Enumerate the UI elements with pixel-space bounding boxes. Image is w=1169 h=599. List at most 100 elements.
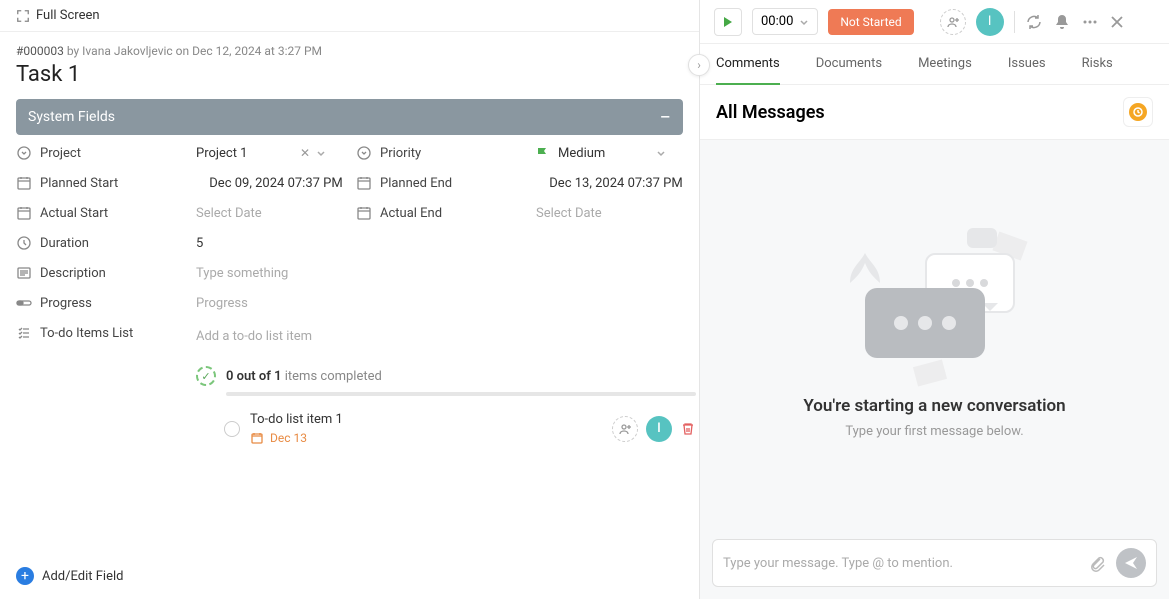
todo-item-title[interactable]: To-do list item 1: [250, 412, 602, 427]
refresh-icon: [1025, 13, 1043, 31]
divider: [1014, 11, 1015, 33]
progress-icon: [16, 295, 32, 311]
chevron-down-icon: [316, 148, 326, 158]
empty-subtitle: Type your first message below.: [845, 424, 1023, 439]
paperclip-icon: [1088, 554, 1106, 572]
user-plus-icon: [618, 422, 632, 436]
task-byline: by Ivana Jakovljevic on Dec 12, 2024 at …: [67, 44, 322, 58]
user-avatar[interactable]: I: [976, 8, 1004, 36]
add-field-button[interactable]: + Add/Edit Field: [0, 553, 699, 599]
notifications-button[interactable]: [1053, 13, 1071, 31]
calendar-icon: [16, 175, 32, 191]
tab-meetings[interactable]: Meetings: [918, 44, 972, 84]
actual-start-label: Actual Start: [16, 205, 196, 221]
todo-progress-bar: [226, 392, 696, 396]
play-button[interactable]: [714, 8, 742, 36]
trash-icon: [680, 421, 696, 437]
user-plus-icon: [946, 15, 960, 29]
timer-dropdown[interactable]: 00:00: [752, 8, 818, 35]
flag-icon: [536, 146, 550, 160]
activity-panel: 00:00 Not Started I › Comments Documents…: [700, 0, 1169, 599]
fullscreen-icon: [16, 9, 30, 23]
assignee-avatar[interactable]: I: [646, 416, 672, 442]
calendar-icon: [356, 175, 372, 191]
close-icon: [1109, 14, 1125, 30]
play-icon: [722, 16, 734, 28]
todo-label: To-do Items List: [16, 325, 196, 341]
calendar-icon: [250, 431, 264, 445]
toolbar: 00:00 Not Started I: [700, 0, 1169, 44]
add-member-button[interactable]: [940, 9, 966, 35]
project-select[interactable]: Project 1 ✕: [196, 146, 326, 161]
planned-end-value[interactable]: Dec 13, 2024 07:37 PM: [536, 176, 696, 191]
messages-title: All Messages: [716, 102, 825, 123]
todo-progress: ✓ 0 out of 1 items completed: [196, 366, 696, 386]
planned-start-label: Planned Start: [16, 175, 196, 191]
fullscreen-label: Full Screen: [36, 8, 100, 23]
more-button[interactable]: [1081, 13, 1099, 31]
chat-illustration: [845, 228, 1025, 378]
delete-button[interactable]: [680, 421, 696, 437]
clock-icon: [1129, 103, 1147, 121]
plus-circle-icon: +: [16, 567, 34, 585]
calendar-icon: [16, 205, 32, 221]
actual-start-value[interactable]: Select Date: [196, 206, 356, 221]
task-detail-panel: Full Screen #000003 by Ivana Jakovljevic…: [0, 0, 700, 599]
chevron-circle-icon: [16, 145, 32, 161]
chevron-down-icon: [656, 148, 666, 158]
planned-start-value[interactable]: Dec 09, 2024 07:37 PM: [196, 176, 356, 191]
empty-state: You're starting a new conversation Type …: [700, 140, 1169, 527]
task-id: #000003: [16, 44, 64, 58]
collapse-icon[interactable]: −: [660, 110, 671, 124]
status-button[interactable]: Not Started: [828, 9, 913, 35]
planned-end-label: Planned End: [356, 175, 536, 191]
refresh-button[interactable]: [1025, 13, 1043, 31]
add-assignee-button[interactable]: [612, 416, 638, 442]
duration-value[interactable]: 5: [196, 236, 356, 251]
task-title: Task 1: [0, 58, 699, 99]
composer: [700, 527, 1169, 599]
empty-title: You're starting a new conversation: [803, 396, 1065, 416]
clock-icon: [16, 235, 32, 251]
todo-count: 0 out of 1 items completed: [226, 369, 382, 384]
task-meta: #000003 by Ivana Jakovljevic on Dec 12, …: [0, 32, 699, 58]
tab-risks[interactable]: Risks: [1082, 44, 1113, 84]
description-label: Description: [16, 265, 196, 281]
project-label: Project: [16, 145, 196, 161]
chevron-down-icon: [799, 17, 809, 27]
list-icon: [16, 325, 32, 341]
todo-item: To-do list item 1 Dec 13 I: [224, 412, 696, 445]
priority-label: Priority: [356, 145, 536, 161]
panel-collapse-handle[interactable]: ›: [688, 54, 710, 76]
description-input[interactable]: Type something: [196, 266, 696, 281]
todo-checkbox[interactable]: [224, 421, 240, 437]
tabs: › Comments Documents Meetings Issues Ris…: [700, 44, 1169, 85]
tab-documents[interactable]: Documents: [816, 44, 882, 84]
progress-label: Progress: [16, 295, 196, 311]
tab-comments[interactable]: Comments: [716, 44, 780, 85]
send-icon: [1124, 556, 1138, 570]
todo-add-input[interactable]: Add a to-do list item: [196, 325, 696, 348]
close-button[interactable]: [1109, 14, 1125, 30]
actual-end-label: Actual End: [356, 205, 536, 221]
tab-issues[interactable]: Issues: [1008, 44, 1046, 84]
send-button[interactable]: [1116, 548, 1146, 578]
message-input[interactable]: [723, 556, 1078, 571]
todo-item-date[interactable]: Dec 13: [250, 431, 602, 445]
actual-end-value[interactable]: Select Date: [536, 206, 696, 221]
priority-select[interactable]: Medium: [536, 146, 666, 161]
clear-icon[interactable]: ✕: [300, 146, 310, 160]
more-icon: [1081, 13, 1099, 31]
progress-input[interactable]: Progress: [196, 296, 696, 311]
fullscreen-button[interactable]: Full Screen: [0, 0, 699, 32]
section-title: System Fields: [28, 109, 115, 125]
history-button[interactable]: [1123, 97, 1153, 127]
messages-header: All Messages: [700, 85, 1169, 140]
duration-label: Duration: [16, 235, 196, 251]
check-circle-icon: ✓: [196, 366, 216, 386]
attach-button[interactable]: [1088, 554, 1106, 572]
system-fields-section[interactable]: System Fields −: [16, 99, 683, 135]
bell-icon: [1053, 13, 1071, 31]
calendar-icon: [356, 205, 372, 221]
text-icon: [16, 265, 32, 281]
